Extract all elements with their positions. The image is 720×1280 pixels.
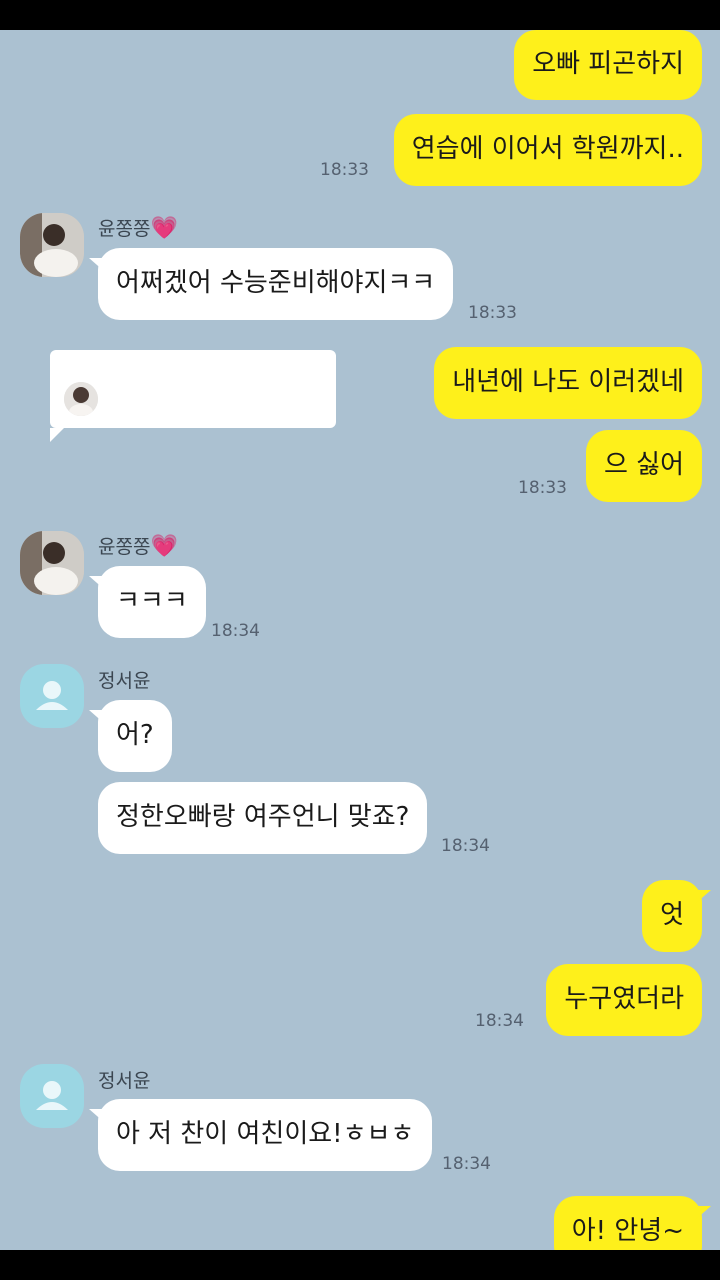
message-time: 18:34 [441, 836, 490, 856]
message-text: 정한오빠랑 여주언니 맞죠? [116, 802, 410, 833]
my-message-bubble[interactable]: 누구였더라 [546, 964, 702, 1036]
profile-avatar[interactable] [20, 664, 84, 728]
message-text: 누구였더라 [564, 984, 684, 1015]
sender-name: 윤쫑쫑💗 [98, 534, 178, 559]
message-text: 으 싫어 [603, 450, 684, 481]
comment-reply-card[interactable] [50, 350, 336, 442]
profile-avatar[interactable] [20, 531, 84, 595]
reply-avatar [64, 382, 98, 416]
message-time: 18:33 [320, 160, 369, 180]
message-text: 어? [116, 720, 154, 751]
message-time: 18:34 [475, 1011, 524, 1031]
my-message-bubble[interactable]: 아! 안녕~ [553, 1196, 712, 1250]
message-text: 엇 [660, 900, 684, 931]
message-text: 아! 안녕~ [571, 1216, 684, 1247]
reply-photo-icon [64, 382, 98, 416]
chat-area[interactable]: 오빠 피곤하지 18:33 연습에 이어서 학원까지.. 윤쫑쫑💗 어쩌겠어 수… [0, 30, 720, 1250]
message-time: 18:33 [468, 303, 517, 323]
default-profile-icon [36, 1081, 68, 1110]
heart-emoji-icon: 💗 [150, 216, 178, 241]
other-message-bubble[interactable]: 아 저 찬이 여친이요!ㅎㅂㅎ [88, 1099, 433, 1171]
other-message-bubble[interactable]: 어쩌겠어 수능준비해야지ㅋㅋ [88, 248, 454, 320]
message-time: 18:34 [442, 1154, 491, 1174]
message-time: 18:34 [211, 621, 260, 641]
message-text: ㅋㅋㅋ [116, 586, 188, 617]
sender-name: 윤쫑쫑💗 [98, 216, 178, 241]
other-message-bubble[interactable]: 정한오빠랑 여주언니 맞죠? [98, 782, 428, 854]
message-text: 오빠 피곤하지 [532, 49, 684, 80]
profile-avatar[interactable] [20, 1064, 84, 1128]
profile-photo-icon [20, 531, 84, 595]
sender-name: 정서윤 [98, 670, 151, 692]
profile-photo-icon [20, 213, 84, 277]
message-text: 내년에 나도 이러겠네 [452, 367, 684, 398]
profile-avatar[interactable] [20, 213, 84, 277]
message-time: 18:33 [518, 478, 567, 498]
my-message-bubble[interactable]: 엇 [642, 880, 711, 952]
heart-emoji-icon: 💗 [150, 534, 178, 559]
my-message-bubble[interactable]: 으 싫어 [585, 430, 702, 502]
other-message-bubble[interactable]: 어? [89, 700, 172, 772]
sender-name: 정서윤 [98, 1070, 151, 1092]
my-message-bubble[interactable]: 내년에 나도 이러겠네 [434, 347, 702, 419]
other-message-bubble[interactable]: ㅋㅋㅋ [89, 566, 206, 638]
message-text: 연습에 이어서 학원까지.. [411, 134, 684, 165]
default-profile-icon [36, 681, 68, 710]
my-message-bubble[interactable]: 오빠 피곤하지 [514, 30, 702, 100]
my-message-bubble[interactable]: 연습에 이어서 학원까지.. [393, 114, 702, 186]
message-text: 아 저 찬이 여친이요!ㅎㅂㅎ [116, 1119, 415, 1150]
message-text: 어쩌겠어 수능준비해야지ㅋㅋ [116, 268, 436, 299]
